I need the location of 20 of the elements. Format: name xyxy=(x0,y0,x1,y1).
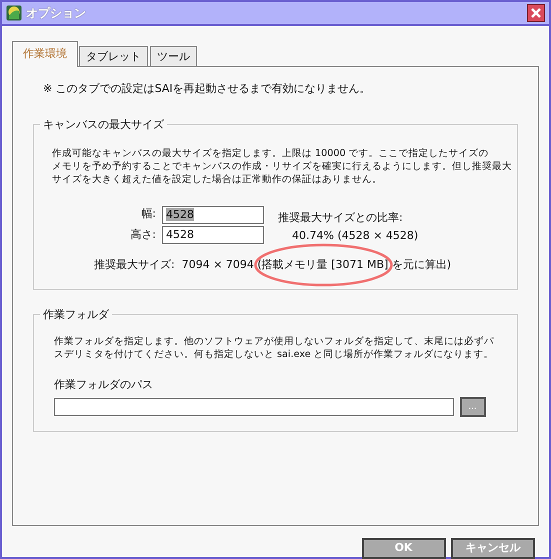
group-title: キャンバスの最大サイズ xyxy=(40,116,167,133)
path-field[interactable] xyxy=(54,398,454,416)
recommended-size-text: 推奨最大サイズ: 7094 × 7094 (搭載メモリ量 [3071 MB] を元に算出) xyxy=(94,258,452,270)
field-label: 幅: xyxy=(140,206,157,222)
tab[interactable]: タブレット xyxy=(79,46,148,66)
ratio-value: 40.74% (4528 × 4528) xyxy=(291,228,418,244)
close-button[interactable] xyxy=(527,4,545,22)
input-field[interactable]: 4528 xyxy=(162,226,264,244)
notice-text: ※ このタブでの設定はSAIを再起動させるまで有効になりません。 xyxy=(42,81,372,97)
input-field[interactable]: 4528 xyxy=(162,206,264,224)
tab[interactable]: ツール xyxy=(150,46,197,66)
path-label: 作業フォルダのパス xyxy=(54,377,154,393)
ratio-label: 推奨最大サイズとの比率: xyxy=(278,210,404,226)
close-icon xyxy=(530,7,542,19)
window-title: オプション xyxy=(26,5,86,22)
description-text: 作業フォルダを指定します。他のソフトウェアが使用しないフォルダを指定して、末尾には必ずパ スデリミタを付けてください。何も指定しないと sai.exe と同じ場所が作業フォルダになります。 xyxy=(54,335,494,361)
tab[interactable]: 作業環境 xyxy=(12,41,78,67)
field-label: 高さ: xyxy=(129,227,157,243)
description-text: 作成可能なキャンバスの最大サイズを指定します。上限は 10000 です。ここで指定したサイズの メモリを予め予約することでキャンバスの作成・リサイズを確実に行えるようにします。但し推奨最大 サイズを大きく超えた値を設定した場合は正常動作の保証はありません。 xyxy=(52,146,512,186)
app-icon xyxy=(6,5,22,21)
